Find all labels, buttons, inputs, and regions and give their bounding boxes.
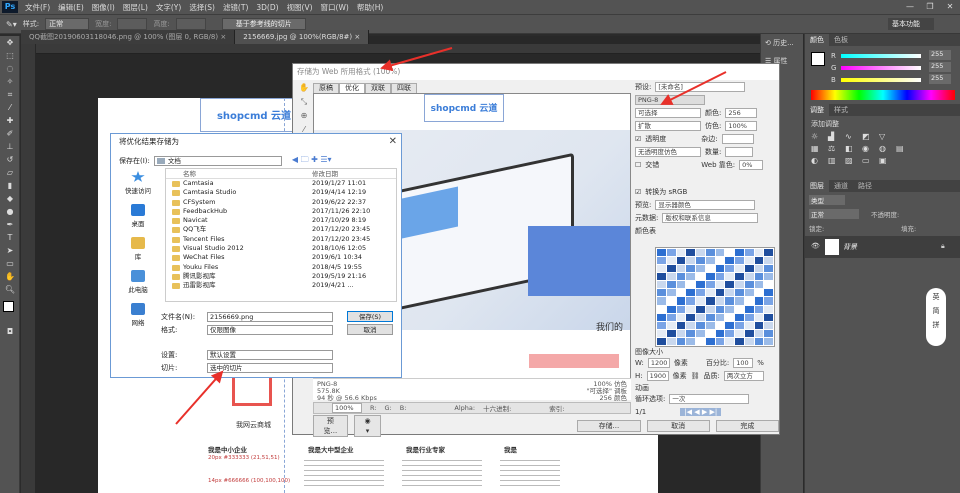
annotation-arrows <box>175 47 727 425</box>
arrow-to-format <box>660 71 727 105</box>
arrow-to-slices <box>175 370 224 425</box>
arrow-to-sfw-title <box>380 47 453 72</box>
